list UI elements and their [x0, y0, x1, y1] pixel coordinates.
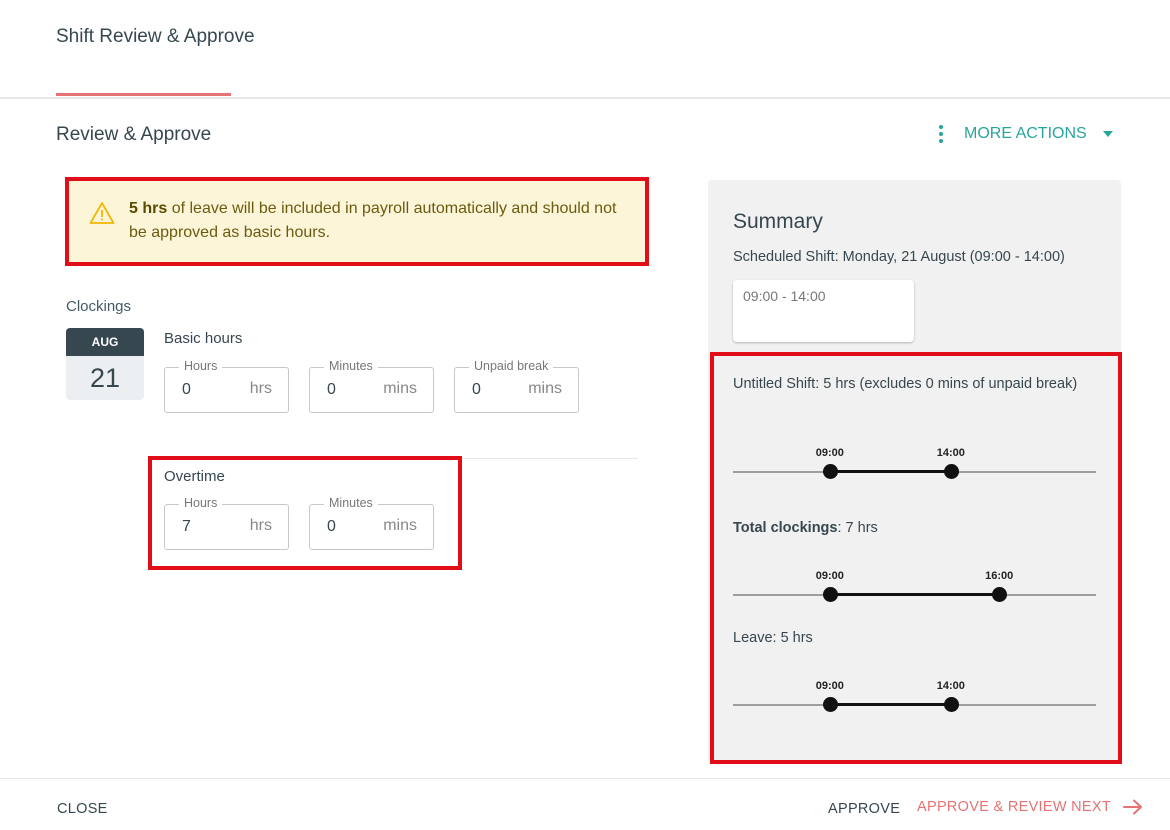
timeline-start-dot: [822, 697, 838, 712]
field-value: 0: [182, 381, 191, 398]
kebab-menu-icon: [930, 125, 952, 143]
field-value: 7: [182, 518, 191, 535]
field-legend: Minutes: [324, 496, 378, 510]
close-button[interactable]: CLOSE: [57, 801, 108, 817]
timeline-end-label: 16:00: [985, 570, 1014, 582]
field-legend: Unpaid break: [469, 359, 554, 373]
warning-message: of leave will be included in payroll aut…: [129, 200, 617, 241]
dialog-footer: CLOSE APPROVE APPROVE & REVIEW NEXT: [0, 778, 1170, 830]
date-badge: AUG 21: [66, 328, 144, 400]
overtime-hours-field[interactable]: Hours 7 hrs: [164, 496, 289, 550]
timeline-start-dot: [822, 464, 838, 479]
leave-text: Leave: 5 hrs: [733, 630, 813, 646]
field-unit: mins: [383, 517, 417, 534]
total-clockings-value: : 7 hrs: [837, 520, 878, 536]
overtime-label: Overtime: [164, 468, 225, 485]
field-legend: Hours: [179, 496, 223, 510]
summary-title: Summary: [733, 210, 823, 233]
timeline-segment: [829, 593, 1000, 596]
overtime-minutes-field[interactable]: Minutes 0 mins: [309, 496, 434, 550]
timeline-end-label: 14:00: [936, 447, 965, 459]
basic-minutes-field[interactable]: Minutes 0 mins: [309, 359, 434, 413]
field-unit: mins: [383, 380, 417, 397]
field-unit: mins: [528, 380, 562, 397]
shift-chip[interactable]: 09:00 - 14:00: [733, 280, 914, 342]
field-unit: hrs: [249, 517, 272, 534]
warning-text: 5 hrs of leave will be included in payro…: [129, 197, 625, 262]
approve-review-next-button[interactable]: APPROVE & REVIEW NEXT: [917, 799, 1143, 815]
approve-review-next-label: APPROVE & REVIEW NEXT: [917, 799, 1112, 815]
clockings-timeline: 09:00 16:00: [733, 570, 1096, 610]
timeline-start-label: 09:00: [815, 570, 844, 582]
timeline-start-label: 09:00: [815, 447, 844, 459]
approve-button[interactable]: APPROVE: [828, 801, 900, 817]
timeline-end-label: 14:00: [936, 680, 965, 692]
total-clockings-text: Total clockings: 7 hrs: [733, 517, 1083, 539]
dialog-header: Shift Review & Approve: [0, 0, 1170, 99]
field-legend: Hours: [179, 359, 223, 373]
clockings-label: Clockings: [66, 298, 132, 315]
section-divider: [460, 458, 638, 459]
shift-chip-label: 09:00 - 14:00: [743, 288, 826, 304]
leave-timeline: 09:00 14:00: [733, 680, 1096, 720]
shift-duration-text: Untitled Shift: 5 hrs (excludes 0 mins o…: [733, 376, 1078, 392]
section-title: Review & Approve: [56, 124, 212, 145]
timeline-end-dot: [943, 464, 959, 479]
timeline-end-dot: [992, 587, 1008, 602]
warning-icon: [89, 202, 115, 224]
dialog-title: Shift Review & Approve: [56, 26, 255, 47]
timeline-start-label: 09:00: [815, 680, 844, 692]
warning-highlight: 5 hrs: [129, 200, 168, 217]
unpaid-break-field[interactable]: Unpaid break 0 mins: [454, 359, 579, 413]
more-actions-button[interactable]: MORE ACTIONS: [930, 120, 1113, 148]
field-value: 0: [327, 381, 336, 398]
leave-warning-banner: 5 hrs of leave will be included in payro…: [65, 177, 649, 266]
date-day: 21: [89, 363, 121, 393]
field-unit: hrs: [249, 380, 272, 397]
field-value: 0: [472, 381, 481, 398]
total-clockings-label: Total clockings: [733, 520, 838, 536]
arrow-right-icon: [1123, 799, 1143, 815]
scheduled-shift-text: Scheduled Shift: Monday, 21 August (09:0…: [733, 249, 1065, 265]
date-month: AUG: [66, 328, 144, 356]
timeline-segment: [829, 703, 951, 706]
caret-down-icon: [1102, 131, 1113, 137]
timeline-end-dot: [943, 697, 959, 712]
field-value: 0: [327, 518, 336, 535]
active-tab-indicator: [56, 93, 231, 96]
shift-timeline: 09:00 14:00: [733, 447, 1096, 487]
more-actions-label: MORE ACTIONS: [964, 125, 1087, 142]
basic-hours-label: Basic hours: [164, 330, 243, 347]
field-legend: Minutes: [324, 359, 378, 373]
basic-hours-field[interactable]: Hours 0 hrs: [164, 359, 289, 413]
timeline-segment: [829, 470, 951, 473]
timeline-start-dot: [822, 587, 838, 602]
